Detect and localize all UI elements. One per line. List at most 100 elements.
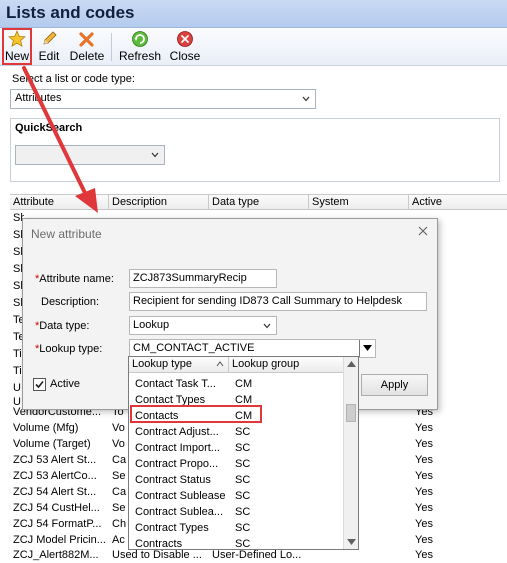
column-header-description[interactable]: Description — [109, 195, 209, 210]
cell-active: Yes — [415, 534, 433, 546]
column-header-attribute[interactable]: Attribute — [10, 195, 109, 210]
scroll-down-icon[interactable] — [347, 539, 356, 545]
cell-active: Yes — [415, 502, 433, 514]
active-label: Active — [50, 378, 80, 390]
checkmark-icon — [35, 380, 44, 389]
contacts-row-highlight — [130, 405, 262, 423]
cell-attribute: Volume (Mfg) — [13, 422, 79, 434]
chevron-down-icon — [151, 152, 159, 158]
cell-attribute: Volume (Target) — [13, 438, 91, 450]
lookup-group-cell: SC — [235, 490, 251, 502]
cell-attribute: ZCJ Model Pricin... — [13, 534, 106, 546]
cell-active: Yes — [415, 438, 433, 450]
lookup-type-cell: Contracts — [135, 538, 183, 550]
sort-up-icon — [216, 361, 224, 367]
description-label: Description: — [41, 296, 100, 308]
data-type-value: Lookup — [133, 319, 170, 331]
lookup-group-cell: SC — [235, 458, 251, 470]
list-type-value: Attributes — [15, 92, 62, 104]
lookup-type-dropdown-button[interactable] — [359, 340, 375, 357]
list-item[interactable]: Contract Status SC — [129, 472, 344, 488]
column-header-system[interactable]: System — [309, 195, 409, 210]
cell-attribute: ZCJ 53 Alert St... — [13, 454, 97, 466]
lookup-type-cell: Contract Types — [135, 522, 209, 534]
column-header-data-type[interactable]: Data type — [209, 195, 309, 210]
scroll-up-icon[interactable] — [347, 361, 356, 367]
close-circle-icon — [177, 31, 193, 47]
toolbar-separator — [111, 33, 112, 61]
lookup-type-cell: Contract Adjust... — [135, 426, 219, 438]
lookup-group-cell: SC — [235, 506, 251, 518]
lookup-group-cell: CM — [235, 378, 253, 390]
lookup-type-cell: Contract Status — [135, 474, 211, 486]
chevron-down-icon — [302, 96, 310, 102]
grid-header: Attribute Description Data type System A… — [10, 194, 507, 210]
apply-button[interactable]: Apply — [361, 374, 428, 396]
data-type-select[interactable]: Lookup — [129, 316, 277, 335]
triangle-down-icon — [363, 345, 372, 351]
attribute-name-field[interactable]: ZCJ873SummaryRecip — [129, 269, 277, 288]
dialog-title: New attribute — [31, 227, 102, 241]
close-button[interactable]: Close — [168, 30, 202, 64]
cell-attribute: ZCJ 54 Alert St... — [13, 486, 97, 498]
cell-active: Yes — [415, 470, 433, 482]
close-label: Close — [169, 49, 201, 63]
data-type-label: *Data type: — [35, 320, 90, 332]
pencil-icon — [43, 31, 57, 45]
active-checkbox[interactable] — [33, 378, 46, 391]
lookup-type-cell: Contract Sublease — [135, 490, 226, 502]
column-header-lookup-group[interactable]: Lookup group — [229, 357, 344, 373]
attribute-name-label-text: Attribute name: — [39, 273, 114, 285]
lookup-group-cell: SC — [235, 538, 251, 550]
edit-button[interactable]: Edit — [36, 30, 62, 64]
quicksearch-select[interactable] — [15, 145, 165, 165]
toolbar: New Edit Delete Refresh Close — [0, 28, 507, 66]
cell-system — [309, 548, 409, 563]
cell-active: Yes — [415, 422, 433, 434]
description-field[interactable]: Recipient for sending ID873 Call Summary… — [129, 292, 427, 311]
delete-button[interactable]: Delete — [67, 30, 107, 64]
cell-attribute: ZCJ 54 CustHel... — [13, 502, 100, 514]
list-item[interactable]: Contract Propo... SC — [129, 456, 344, 472]
lookup-type-value: CM_CONTACT_ACTIVE — [133, 342, 255, 354]
cell-attribute: ZCJ_Alert882M... — [13, 549, 99, 561]
cell-active: Yes — [415, 549, 433, 561]
column-header-active[interactable]: Active — [409, 195, 507, 210]
cell-data-type: User-Defined Lo... — [212, 549, 302, 561]
lookup-type-cell: Contact Task T... — [135, 378, 216, 390]
lookup-type-dropdown: Lookup type Lookup group Contact Task T.… — [128, 356, 359, 550]
cell-attribute: ZCJ 54 FormatP... — [13, 518, 102, 530]
list-item[interactable]: Contract Types SC — [129, 520, 344, 536]
refresh-button[interactable]: Refresh — [117, 30, 163, 64]
lookup-type-cell: Contract Propo... — [135, 458, 219, 470]
chevron-down-icon — [263, 323, 271, 329]
close-icon[interactable] — [417, 225, 429, 237]
window-titlebar: Lists and codes — [0, 0, 507, 28]
list-item[interactable]: Contract Import... SC — [129, 440, 344, 456]
table-row[interactable]: ZCJ_Alert882M... Used to Disable ... Use… — [10, 548, 507, 563]
cell-description: Used to Disable ... — [112, 549, 202, 561]
list-item[interactable]: Contracts SC — [129, 536, 344, 550]
cell-attribute: ZCJ 53 AlertCo... — [13, 470, 97, 482]
data-type-label-text: Data type: — [39, 320, 90, 332]
list-item[interactable]: Contract Sublease SC — [129, 488, 344, 504]
list-item[interactable]: Contact Task T... CM — [129, 376, 344, 392]
cell-active: Yes — [415, 518, 433, 530]
new-button-highlight — [2, 28, 32, 65]
list-type-select[interactable]: Attributes — [10, 89, 316, 109]
lookup-group-cell: SC — [235, 426, 251, 438]
quicksearch-panel: QuickSearch — [10, 118, 500, 182]
cell-active: Yes — [415, 486, 433, 498]
lookup-type-header-label: Lookup type — [132, 358, 192, 370]
list-item[interactable]: Contract Sublea... SC — [129, 504, 344, 520]
cross-icon — [79, 32, 94, 47]
column-header-lookup-type[interactable]: Lookup type — [129, 357, 229, 373]
lookup-type-label: *Lookup type: — [35, 343, 103, 355]
attribute-name-label: *Attribute name: — [35, 273, 114, 285]
cell-active: Yes — [415, 454, 433, 466]
dropdown-scrollbar[interactable] — [343, 357, 358, 549]
scrollbar-thumb[interactable] — [346, 404, 356, 422]
refresh-label: Refresh — [118, 49, 162, 63]
list-item[interactable]: Contract Adjust... SC — [129, 424, 344, 440]
lookup-group-cell: SC — [235, 522, 251, 534]
